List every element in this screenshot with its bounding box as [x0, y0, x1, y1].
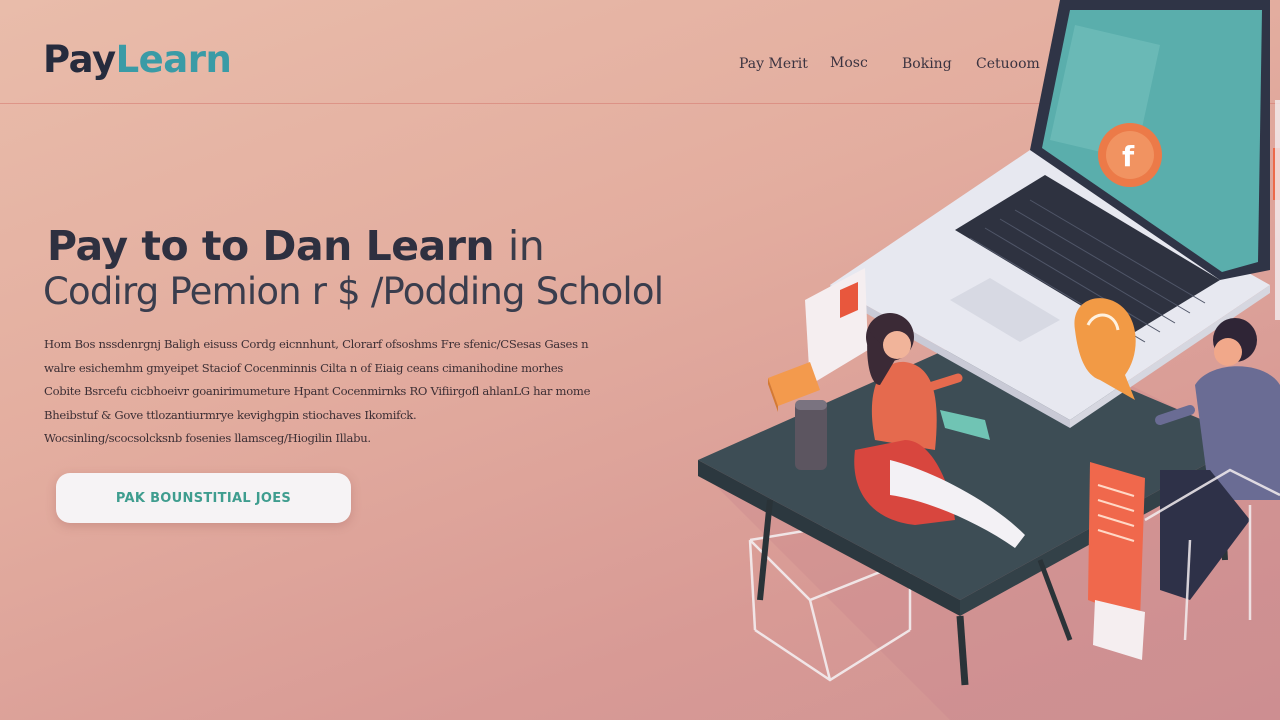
hero-description: Hom Bos nssdenrgnj Baligh eisuss Cordg e…: [44, 333, 624, 451]
svg-text:f: f: [1122, 140, 1135, 173]
hero-description-line: Wocsinling/scocsolcksnb fosenies llamsce…: [44, 431, 371, 445]
logo-text-learn: Learn: [115, 38, 232, 81]
hero-description-line: walre esichemhm gmyeipet Staciof Cocenmi…: [44, 360, 564, 375]
document-card: [1088, 462, 1145, 660]
logo-text-pay: Pay: [43, 38, 116, 81]
hero-title-suffix: in: [507, 222, 545, 270]
mug: [795, 400, 827, 470]
hero-description-line: Cobite Bsrcefu cicbhoeivr goanirimumetur…: [44, 384, 591, 398]
hero-description-line: Bheibstuf & Gove ttlozantiurmrye kevighg…: [44, 407, 417, 422]
hero-subtitle: Codirg Pemion r $ /Podding Scholol: [43, 270, 664, 313]
hero-description-line: Hom Bos nssdenrgnj Baligh eisuss Cordg e…: [44, 337, 589, 351]
hero-title: Pay to to Dan Learn in: [47, 222, 545, 270]
hero-title-main: Pay to to Dan Learn: [47, 222, 495, 270]
sign-card: [805, 268, 868, 385]
brand-logo[interactable]: PayLearn: [43, 38, 232, 81]
side-accent: [1273, 100, 1280, 320]
hero-illustration: f: [698, 0, 1280, 720]
cta-button[interactable]: PAK BOUNSTITIAL JOES: [56, 473, 351, 523]
